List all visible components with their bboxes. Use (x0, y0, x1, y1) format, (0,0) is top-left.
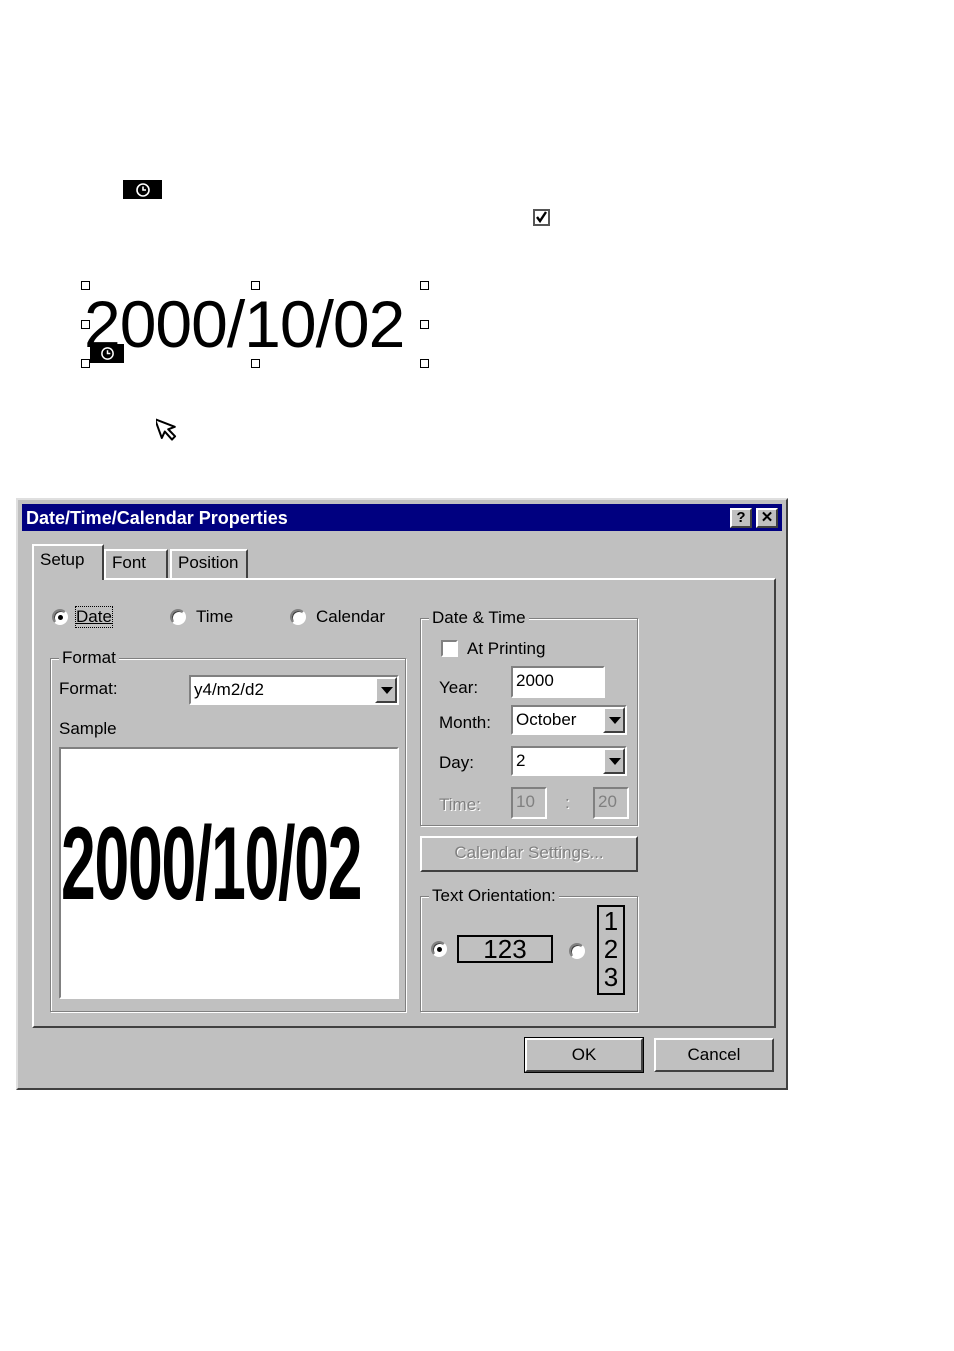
sample-text: 2000/10/02 (61, 806, 363, 922)
year-label: Year: (439, 678, 479, 697)
day-value: 2 (516, 751, 526, 770)
selection-handle[interactable] (420, 359, 429, 368)
radio-date[interactable] (52, 609, 68, 625)
chevron-down-icon[interactable] (603, 707, 625, 733)
format-label: Format: (59, 679, 118, 698)
radio-date-label[interactable]: Date (75, 606, 113, 628)
sample-preview: 2000/10/02 (59, 747, 399, 999)
month-label: Month: (439, 713, 491, 732)
selection-handle[interactable] (81, 359, 90, 368)
date-time-calendar-properties-dialog: Date/Time/Calendar Properties ? ✕ Setup … (16, 498, 788, 1090)
time-hour-input[interactable]: 10 (511, 787, 547, 819)
radio-calendar[interactable] (290, 609, 306, 625)
time-separator: : (565, 793, 570, 812)
text-orientation-legend: Text Orientation: (429, 886, 559, 906)
format-dropdown[interactable]: y4/m2/d2 (189, 675, 399, 705)
vertical-sample-digit: 2 (603, 934, 619, 964)
checked-checkbox-icon (533, 209, 550, 226)
close-button[interactable]: ✕ (756, 508, 778, 528)
horizontal-sample: 123 (457, 935, 553, 963)
clock-icon (90, 344, 124, 363)
sample-label: Sample (59, 719, 117, 738)
chevron-down-icon[interactable] (375, 677, 397, 703)
format-value: y4/m2/d2 (194, 680, 264, 699)
dialog-title: Date/Time/Calendar Properties (26, 508, 288, 528)
selection-handle[interactable] (81, 320, 90, 329)
selection-handle[interactable] (251, 281, 260, 290)
format-group-legend: Format (59, 648, 119, 668)
selection-handle[interactable] (81, 281, 90, 290)
title-bar: Date/Time/Calendar Properties ? ✕ (22, 504, 782, 531)
date-time-group: Date & Time At Printing Year: 2000 Month… (420, 608, 638, 826)
time-minute-input[interactable]: 20 (593, 787, 629, 819)
month-dropdown[interactable]: October (511, 705, 627, 735)
mouse-pointer-icon (156, 418, 177, 441)
time-label: Time: (439, 795, 481, 814)
tab-label: Setup (40, 550, 85, 569)
vertical-sample-digit: 1 (603, 906, 619, 936)
radio-horizontal[interactable] (431, 941, 447, 957)
at-printing-label[interactable]: At Printing (467, 639, 545, 659)
vertical-sample-digit: 3 (603, 962, 619, 992)
text-orientation-group: Text Orientation: 123 1 2 3 (420, 886, 638, 1012)
year-input[interactable]: 2000 (511, 666, 605, 698)
day-label: Day: (439, 753, 474, 772)
day-dropdown[interactable]: 2 (511, 746, 627, 776)
selection-handle[interactable] (420, 320, 429, 329)
setup-panel: Date Time Calendar Format Format: y4/m2/… (32, 578, 776, 1028)
format-group: Format Format: y4/m2/d2 Sample 2000/10/0… (50, 648, 406, 1012)
selection-handle[interactable] (420, 281, 429, 290)
cancel-button[interactable]: Cancel (654, 1038, 774, 1072)
clock-icon (123, 180, 162, 199)
radio-time[interactable] (170, 609, 186, 625)
date-object-text[interactable]: 2000/10/02 (84, 288, 405, 360)
tab-font[interactable]: Font (104, 549, 168, 579)
date-time-group-legend: Date & Time (429, 608, 529, 628)
radio-calendar-label[interactable]: Calendar (316, 607, 385, 627)
tab-position[interactable]: Position (170, 549, 248, 579)
ok-button[interactable]: OK (524, 1037, 644, 1073)
radio-vertical[interactable] (569, 943, 585, 959)
calendar-settings-button[interactable]: Calendar Settings... (420, 836, 638, 872)
help-button[interactable]: ? (730, 508, 752, 528)
selection-handle[interactable] (251, 359, 260, 368)
at-printing-checkbox[interactable] (441, 640, 458, 657)
radio-time-label[interactable]: Time (196, 607, 233, 627)
tab-setup[interactable]: Setup (32, 544, 104, 580)
chevron-down-icon[interactable] (603, 748, 625, 774)
vertical-sample: 1 2 3 (597, 905, 625, 995)
month-value: October (516, 710, 577, 729)
tab-label: Font (112, 553, 147, 572)
tab-label: Position (178, 553, 239, 572)
